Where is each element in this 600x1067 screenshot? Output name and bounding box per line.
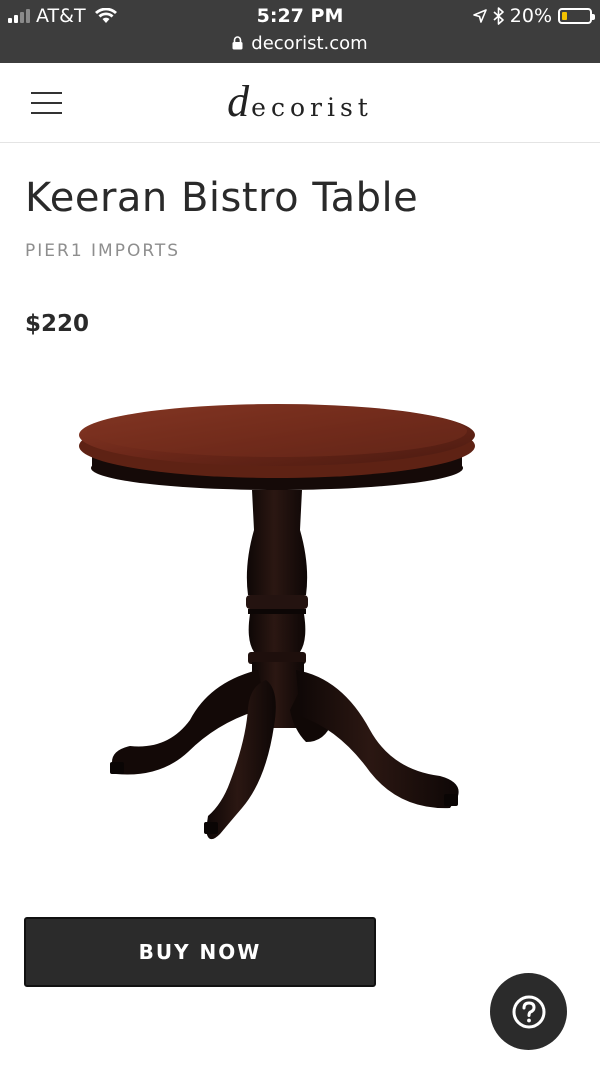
buy-now-button[interactable]: BUY NOW — [24, 917, 376, 987]
url-text: decorist.com — [251, 32, 368, 54]
bluetooth-icon — [493, 7, 504, 25]
question-mark-icon — [512, 995, 545, 1028]
product-brand[interactable]: PIER1 IMPORTS — [25, 240, 180, 262]
product-image[interactable] — [70, 390, 490, 860]
site-logo[interactable]: decorist — [0, 77, 600, 133]
lock-icon — [232, 36, 243, 50]
status-bar: AT&T 5:27 PM 20% decorist.com — [0, 0, 600, 63]
help-button[interactable] — [490, 973, 567, 1050]
product-price: $220 — [25, 311, 90, 337]
site-header: decorist — [0, 63, 600, 143]
battery-level — [562, 12, 567, 20]
address-bar[interactable]: decorist.com — [0, 31, 600, 55]
status-bar-right: 20% — [472, 5, 595, 27]
battery-icon — [558, 8, 595, 24]
logo-first-letter: d — [227, 77, 252, 126]
battery-percent: 20% — [509, 5, 552, 27]
location-arrow-icon — [472, 9, 487, 23]
product-title: Keeran Bistro Table — [25, 175, 419, 221]
logo-wordmark: ecorist — [251, 93, 373, 122]
